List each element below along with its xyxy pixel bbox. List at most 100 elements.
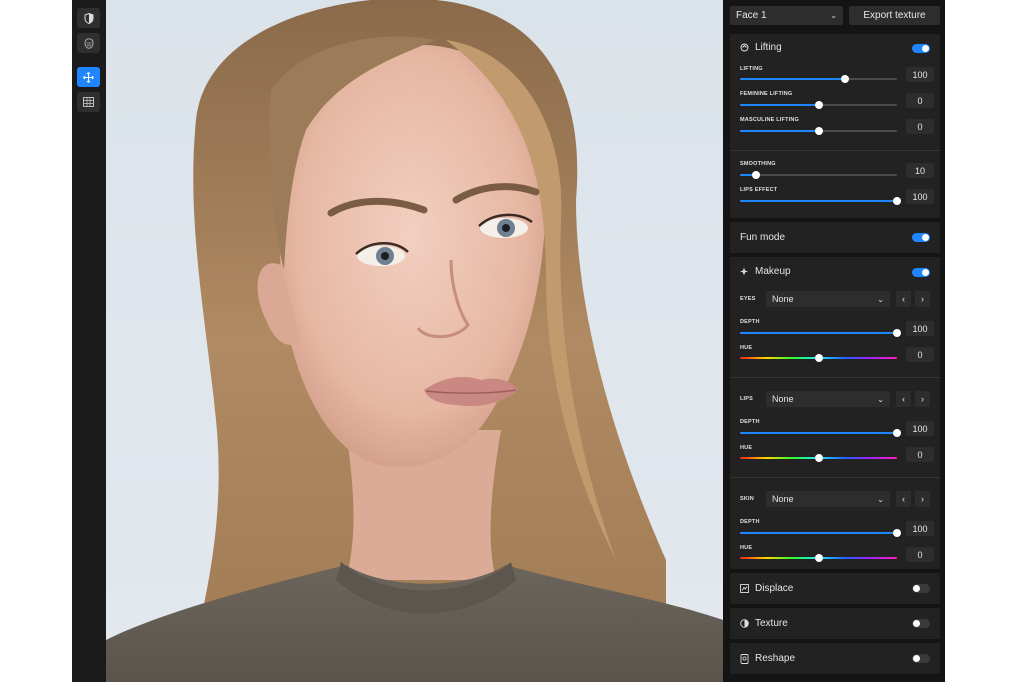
lifting-header: Lifting — [740, 42, 782, 53]
chevron-down-icon: ⌄ — [877, 394, 884, 404]
smoothing-slider[interactable] — [740, 171, 897, 179]
eyes-hue-label: HUE — [740, 345, 753, 351]
slider-fill — [740, 104, 819, 106]
shield-icon — [84, 12, 93, 24]
lips-depth-value[interactable]: 100 — [906, 421, 934, 436]
tool-sidebar — [72, 0, 106, 682]
slider-thumb[interactable] — [814, 454, 823, 462]
reshape-section: Reshape — [730, 643, 940, 674]
skin-hue-label: HUE — [740, 545, 753, 551]
eyes-hue-slider[interactable] — [740, 354, 897, 362]
fun-mode-title: Fun mode — [740, 232, 786, 243]
slider-thumb[interactable] — [893, 429, 901, 437]
slider-thumb[interactable] — [893, 529, 901, 537]
chevron-down-icon: ⌄ — [830, 11, 837, 20]
chevron-down-icon: ⌄ — [877, 294, 884, 304]
slider-fill — [740, 200, 897, 202]
slider-thumb[interactable] — [893, 197, 901, 205]
skin-hue-value[interactable]: 0 — [906, 547, 934, 562]
skin-depth-value[interactable]: 100 — [906, 521, 934, 536]
move-tool-button[interactable] — [77, 67, 100, 87]
grid-icon — [83, 97, 94, 107]
export-texture-button[interactable]: Export texture — [849, 6, 940, 25]
skin-next-button[interactable]: › — [915, 491, 930, 507]
eyes-prev-button[interactable]: ‹ — [896, 291, 911, 307]
fun-mode-toggle[interactable] — [912, 233, 930, 242]
shield-tool-button[interactable] — [77, 8, 100, 28]
lips-select[interactable]: None ⌄ — [766, 391, 890, 407]
face-select[interactable]: Face 1 ⌄ — [730, 6, 843, 25]
slider-thumb[interactable] — [893, 329, 901, 337]
eyes-select-value: None — [772, 294, 794, 304]
eyes-select[interactable]: None ⌄ — [766, 291, 890, 307]
displace-section: Displace — [730, 573, 940, 604]
texture-title: Texture — [755, 618, 788, 629]
lips-hue-slider[interactable] — [740, 454, 897, 462]
move-icon — [83, 71, 94, 83]
lips-effect-label: LIPS EFFECT — [740, 187, 778, 193]
reshape-icon — [740, 653, 749, 664]
eyes-hue-value[interactable]: 0 — [906, 347, 934, 362]
lifting-slider-label: LIFTING — [740, 66, 763, 72]
displace-toggle[interactable] — [912, 584, 930, 593]
chevron-left-icon: ‹ — [902, 294, 905, 304]
section-divider — [730, 150, 940, 151]
feminine-lifting-slider[interactable] — [740, 101, 897, 109]
eyes-next-button[interactable]: › — [915, 291, 930, 307]
reshape-header: Reshape — [740, 653, 795, 664]
lips-effect-slider[interactable] — [740, 197, 901, 205]
texture-section: Texture — [730, 608, 940, 639]
skin-label: SKIN — [740, 496, 754, 502]
eyes-depth-slider[interactable] — [740, 329, 901, 337]
slider-thumb[interactable] — [814, 354, 823, 362]
slider-fill — [740, 78, 846, 80]
skin-select[interactable]: None ⌄ — [766, 491, 890, 507]
skin-prev-button[interactable]: ‹ — [896, 491, 911, 507]
lifting-title: Lifting — [755, 42, 782, 53]
reshape-toggle[interactable] — [912, 654, 930, 663]
makeup-toggle[interactable] — [912, 268, 930, 277]
lips-next-button[interactable]: › — [915, 391, 930, 407]
eyes-depth-value[interactable]: 100 — [906, 321, 934, 336]
chevron-down-icon: ⌄ — [877, 494, 884, 504]
fun-mode-section: Fun mode — [730, 222, 940, 253]
lips-select-value: None — [772, 394, 794, 404]
lips-hue-value[interactable]: 0 — [906, 447, 934, 462]
chevron-right-icon: › — [921, 294, 924, 304]
makeup-header: Makeup — [740, 266, 791, 277]
masculine-lifting-value[interactable]: 0 — [906, 119, 934, 134]
lips-prev-button[interactable]: ‹ — [896, 391, 911, 407]
skin-depth-slider[interactable] — [740, 529, 901, 537]
toggle-knob — [913, 620, 920, 627]
masculine-lifting-slider[interactable] — [740, 127, 897, 135]
feminine-lifting-value[interactable]: 0 — [906, 93, 934, 108]
eyes-depth-label: DEPTH — [740, 319, 760, 325]
slider-thumb[interactable] — [814, 554, 823, 562]
slider-thumb[interactable] — [841, 75, 850, 83]
toggle-knob — [922, 234, 929, 241]
portrait-photo — [106, 0, 723, 682]
photo-canvas[interactable] — [106, 0, 723, 682]
chevron-left-icon: ‹ — [902, 394, 905, 404]
slider-thumb[interactable] — [751, 171, 760, 179]
lifting-icon — [740, 43, 749, 52]
skin-select-value: None — [772, 494, 794, 504]
skin-hue-slider[interactable] — [740, 554, 897, 562]
slider-thumb[interactable] — [814, 127, 823, 135]
lifting-slider[interactable] — [740, 75, 897, 83]
texture-toggle[interactable] — [912, 619, 930, 628]
grid-tool-button[interactable] — [77, 92, 100, 112]
lifting-value[interactable]: 100 — [906, 67, 934, 82]
smoothing-value[interactable]: 10 — [906, 163, 934, 178]
texture-header: Texture — [740, 618, 788, 629]
displace-title: Displace — [755, 583, 794, 594]
smoothing-label: SMOOTHING — [740, 161, 776, 167]
toggle-knob — [922, 269, 929, 276]
lips-effect-value[interactable]: 100 — [906, 189, 934, 204]
lifting-toggle[interactable] — [912, 44, 930, 53]
slider-thumb[interactable] — [814, 101, 823, 109]
chevron-left-icon: ‹ — [902, 494, 905, 504]
lips-depth-slider[interactable] — [740, 429, 901, 437]
face-mask-tool-button[interactable] — [77, 33, 100, 53]
eyes-label: EYES — [740, 296, 756, 302]
